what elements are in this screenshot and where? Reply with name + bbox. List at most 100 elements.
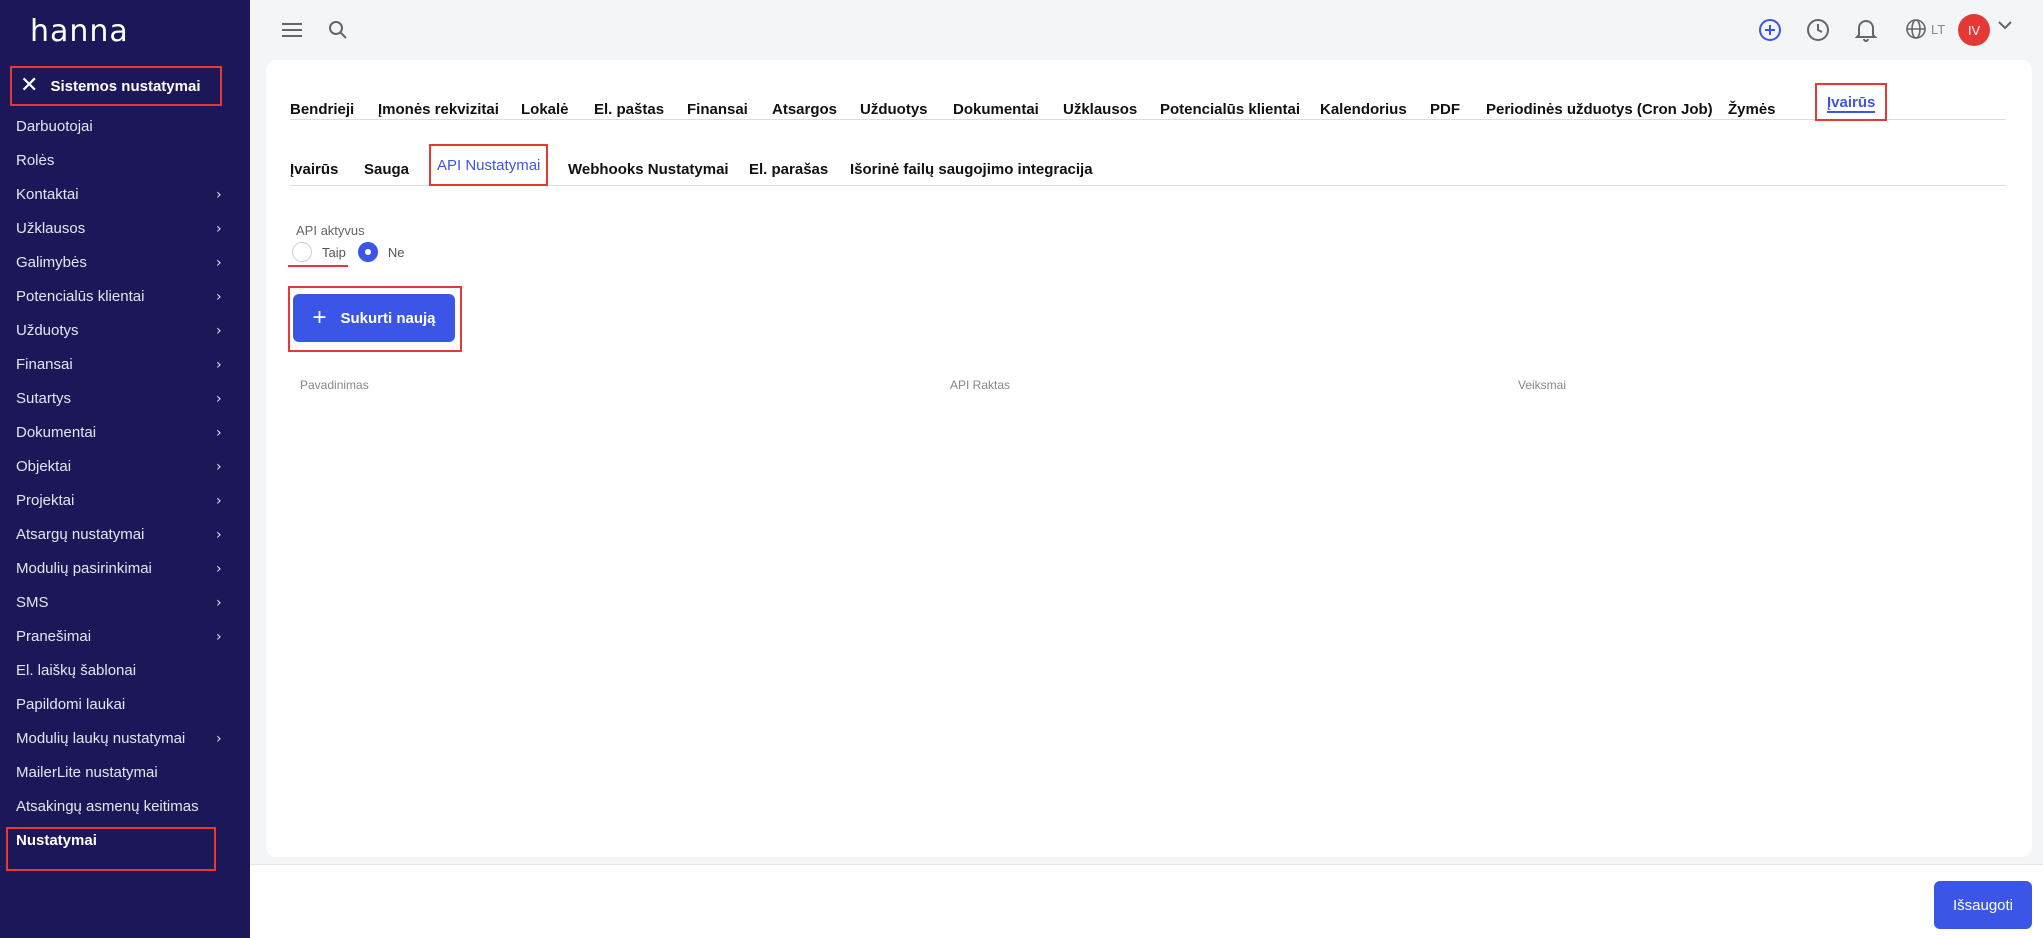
sidebar-item-moduliu-lauku-nustatymai[interactable]: Modulių laukų nustatymai › [0, 722, 250, 756]
app-logo[interactable]: hanna [30, 14, 129, 49]
sidebar-item-galimybes[interactable]: Galimybės › [0, 246, 250, 280]
sidebar-item-label: Papildomi laukai [16, 696, 126, 713]
sidebar-item-label: Potencialūs klientai [16, 288, 145, 305]
sidebar-item-label: Kontaktai [16, 186, 79, 203]
settings-nav: Darbuotojai Rolės Kontaktai › Užklausos › … [0, 110, 250, 871]
chevron-right-icon: › [216, 187, 222, 203]
sidebar-item-uzklausos[interactable]: Užklausos › [0, 212, 250, 246]
tab-uzklausos[interactable]: Užklausos [1063, 82, 1137, 118]
sidebar-item-label: Nustatymai [16, 832, 97, 849]
tab-ivairus-label: Įvairūs [1827, 94, 1876, 113]
subtab-el-parasas[interactable]: El. parašas [749, 144, 828, 186]
chevron-right-icon: › [216, 425, 222, 441]
sidebar-item-label: Užklausos [16, 220, 86, 237]
tab-imones-rekvizitai[interactable]: Įmonės rekvizitai [378, 82, 499, 118]
tab-finansai[interactable]: Finansai [687, 82, 748, 118]
sidebar-item-nustatymai[interactable]: Nustatymai [0, 824, 250, 871]
sidebar-item-moduliu-pasirinkimai[interactable]: Modulių pasirinkimai › [0, 552, 250, 586]
bell-icon[interactable] [1852, 16, 1880, 44]
sidebar-item-el-laisku-sablonai[interactable]: El. laiškų šablonai [0, 654, 250, 688]
api-active-radio-group: Taip Ne [292, 242, 416, 262]
add-circle-icon[interactable] [1756, 16, 1784, 44]
tab-ivairus[interactable]: Įvairūs [1815, 83, 1888, 121]
tab-uzduotys[interactable]: Užduotys [860, 82, 928, 118]
api-active-label: API aktyvus [296, 223, 365, 238]
menu-icon[interactable] [278, 16, 306, 44]
sidebar-item-projektai[interactable]: Projektai › [0, 484, 250, 518]
tab-atsargos[interactable]: Atsargos [772, 82, 837, 118]
system-settings-header[interactable]: ✕ Sistemos nustatymai [10, 66, 222, 106]
chevron-down-icon[interactable] [1998, 18, 2012, 34]
clock-icon[interactable] [1804, 16, 1832, 44]
sidebar-item-label: Atsakingų asmenų keitimas [16, 798, 199, 815]
column-header-veiksmai: Veiksmai [1518, 378, 1567, 392]
tab-potencialus-klientai[interactable]: Potencialūs klientai [1160, 82, 1300, 118]
sidebar-item-finansai[interactable]: Finansai › [0, 348, 250, 382]
create-new-label: Sukurti naują [340, 309, 436, 327]
sidebar-item-label: Pranešimai [16, 628, 92, 645]
chevron-right-icon: › [216, 357, 222, 373]
create-button-highlight: + Sukurti naują [288, 286, 462, 352]
tab-bendrieji[interactable]: Bendrieji [290, 82, 354, 118]
footer-bar: Išsaugoti [250, 864, 2043, 938]
sidebar-item-label: Objektai [16, 458, 72, 475]
radio-ne[interactable] [357, 242, 378, 262]
chevron-right-icon: › [216, 459, 222, 475]
subtab-api-nustatymai[interactable]: API Nustatymai [429, 144, 549, 186]
sidebar-item-atsargu-nustatymai[interactable]: Atsargų nustatymai › [0, 518, 250, 552]
sidebar-item-label: Galimybės [16, 254, 87, 271]
sidebar-item-label: Rolės [16, 152, 55, 169]
sidebar-item-mailerlite-nustatymai[interactable]: MailerLite nustatymai [0, 756, 250, 790]
sidebar-item-label: Užduotys [16, 322, 79, 339]
tab-el-pastas[interactable]: El. paštas [594, 82, 664, 118]
sidebar-item-potencialus-klientai[interactable]: Potencialūs klientai › [0, 280, 250, 314]
chevron-right-icon: › [216, 527, 222, 543]
save-button[interactable]: Išsaugoti [1934, 881, 2032, 929]
sidebar-item-sutartys[interactable]: Sutartys › [0, 382, 250, 416]
chevron-right-icon: › [216, 595, 222, 611]
language-selector[interactable]: LT [1905, 18, 1945, 40]
sidebar-item-label: Finansai [16, 356, 73, 373]
tab-periodines-uzduotys[interactable]: Periodinės užduotys (Cron Job) [1486, 82, 1713, 118]
sidebar-item-papildomi-laukai[interactable]: Papildomi laukai [0, 688, 250, 722]
chevron-right-icon: › [216, 255, 222, 271]
system-settings-title: Sistemos nustatymai [50, 77, 201, 95]
subtab-webhooks-nustatymai[interactable]: Webhooks Nustatymai [568, 144, 729, 186]
create-new-button[interactable]: + Sukurti naują [293, 294, 455, 342]
subtab-sauga[interactable]: Sauga [364, 144, 409, 186]
search-icon[interactable] [324, 16, 352, 44]
tab-kalendorius[interactable]: Kalendorius [1320, 82, 1407, 118]
sidebar-item-uzduotys[interactable]: Užduotys › [0, 314, 250, 348]
sidebar-item-kontaktai[interactable]: Kontaktai › [0, 178, 250, 212]
sidebar-item-dokumentai[interactable]: Dokumentai › [0, 416, 250, 450]
radio-ne-label: Ne [387, 244, 405, 260]
tab-pdf[interactable]: PDF [1430, 82, 1460, 118]
sub-tabs: Įvairūs Sauga API Nustatymai Webhooks Nu… [290, 144, 2006, 186]
tab-lokale[interactable]: Lokalė [521, 82, 569, 118]
chevron-right-icon: › [216, 561, 222, 577]
sidebar-item-label: Atsargų nustatymai [16, 526, 145, 543]
chevron-right-icon: › [216, 493, 222, 509]
chevron-right-icon: › [216, 323, 222, 339]
sidebar-item-sms[interactable]: SMS › [0, 586, 250, 620]
highlight-underline [288, 265, 348, 267]
sidebar-item-objektai[interactable]: Objektai › [0, 450, 250, 484]
sidebar: hanna ✕ Sistemos nustatymai Darbuotojai … [0, 0, 250, 938]
sidebar-item-label: SMS [16, 594, 49, 611]
chevron-right-icon: › [216, 629, 222, 645]
subtab-ivairus[interactable]: Įvairūs [290, 144, 338, 186]
tab-dokumentai[interactable]: Dokumentai [953, 82, 1039, 118]
tab-zymes[interactable]: Žymės [1728, 82, 1776, 118]
subtab-isorine-failu-saugojimo-integracija[interactable]: Išorinė failų saugojimo integracija [850, 144, 1093, 186]
radio-taip[interactable] [292, 242, 312, 262]
plus-icon: + [312, 304, 327, 331]
sidebar-item-atsakingu-asmenu-keitimas[interactable]: Atsakingų asmenų keitimas [0, 790, 250, 824]
column-header-api-raktas: API Raktas [950, 378, 1011, 392]
sidebar-item-pranesimai[interactable]: Pranešimai › [0, 620, 250, 654]
close-icon[interactable]: ✕ [20, 75, 38, 97]
sidebar-item-label: Modulių laukų nustatymai [16, 730, 186, 747]
sidebar-item-roles[interactable]: Rolės [0, 144, 250, 178]
sidebar-item-darbuotojai[interactable]: Darbuotojai [0, 110, 250, 144]
sidebar-item-label: El. laiškų šablonai [16, 662, 137, 679]
avatar[interactable]: IV [1958, 14, 1990, 46]
